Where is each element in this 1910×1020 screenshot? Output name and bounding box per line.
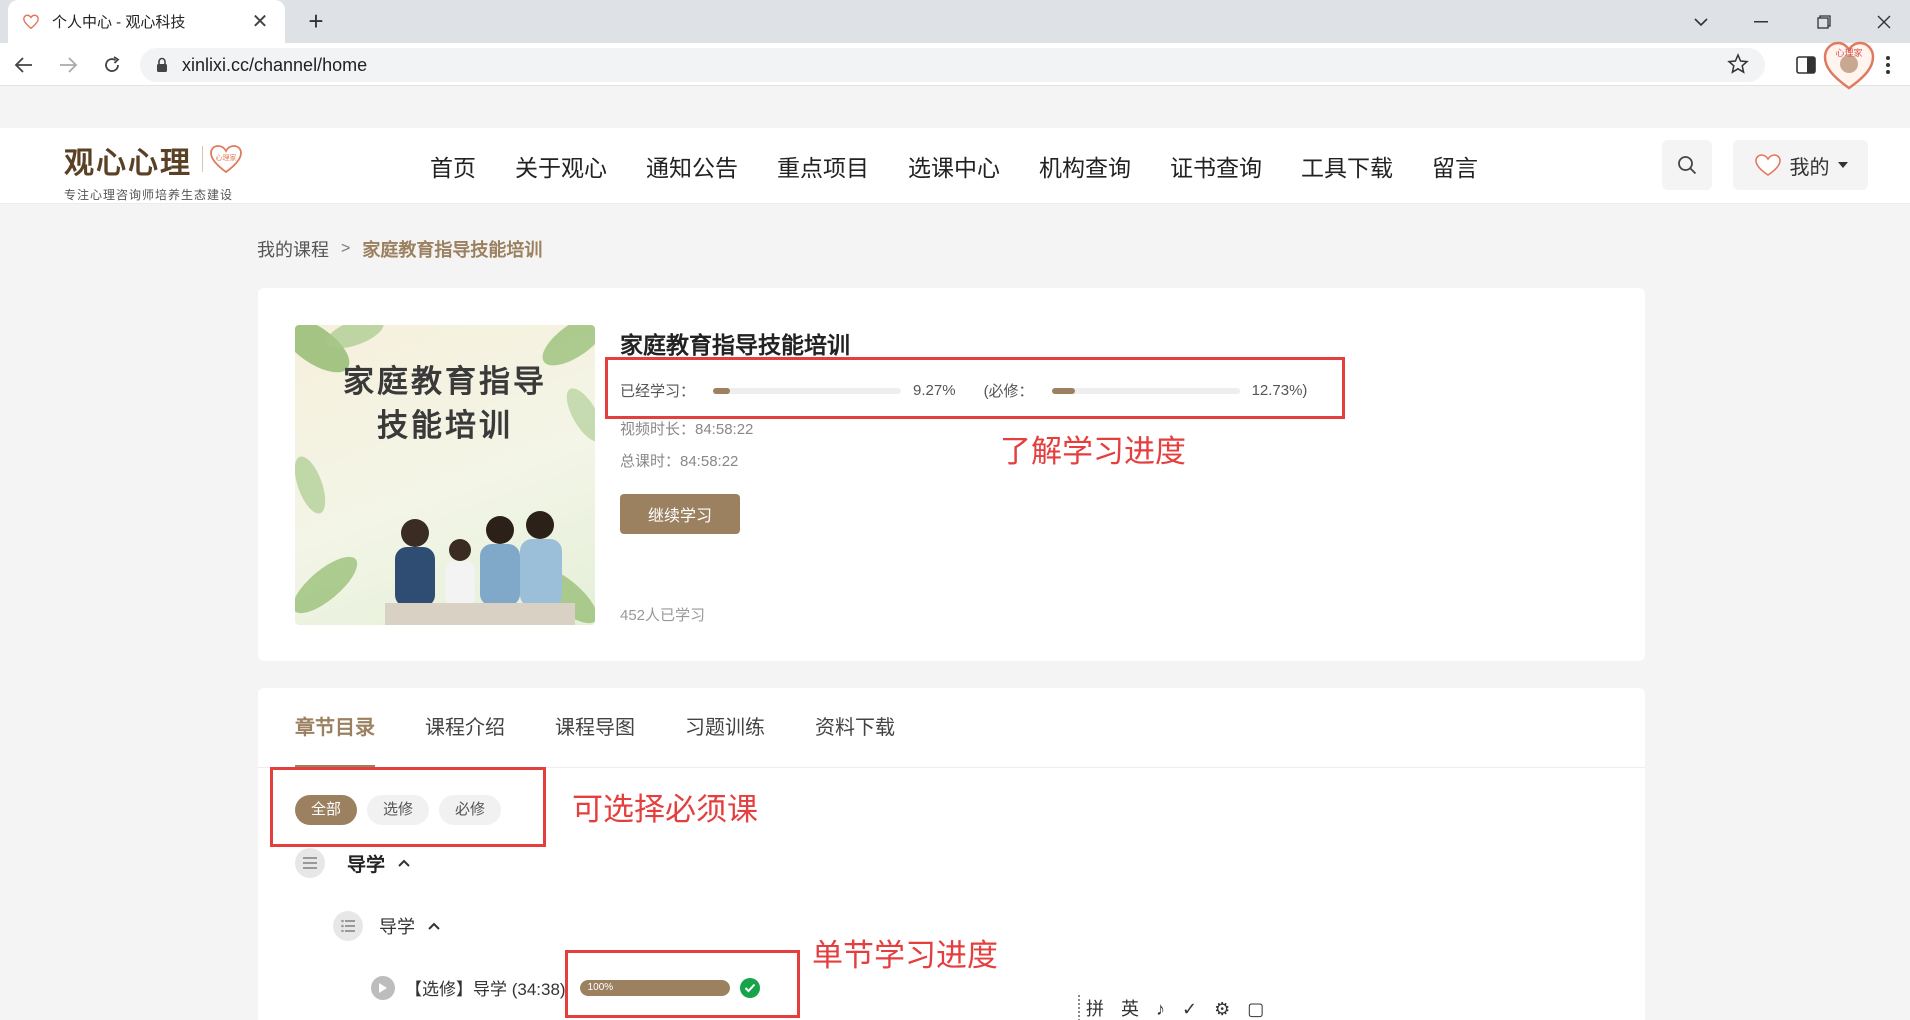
course-tabs: 章节目录 课程介绍 课程导图 习题训练 资料下载 [295, 688, 945, 768]
lock-icon [157, 57, 167, 72]
cover-title-line1: 家庭教育指导 [343, 364, 547, 400]
lesson-annotation-box [565, 950, 800, 1018]
nav-course-center[interactable]: 选课中心 [908, 149, 1000, 183]
restore-icon[interactable] [1795, 0, 1853, 43]
chevron-up-icon[interactable] [397, 858, 411, 868]
back-icon[interactable] [8, 49, 40, 81]
mine-dropdown-button[interactable]: 我的 [1733, 140, 1868, 190]
play-icon[interactable] [371, 975, 395, 1000]
new-tab-icon[interactable]: + [300, 5, 332, 37]
tab-chapter-list[interactable]: 章节目录 [295, 688, 375, 768]
tab-materials[interactable]: 资料下载 [815, 688, 895, 768]
course-card: 家庭教育指导 技能培训 家庭教育指导技能培训 已经学习： 9.27% (必修： … [258, 288, 1645, 661]
tab-course-mindmap[interactable]: 课程导图 [555, 688, 635, 768]
tab-search-chevron-icon[interactable] [1672, 0, 1730, 43]
video-duration: 视频时长：84:58:22 [620, 421, 754, 438]
cover-title: 家庭教育指导 技能培训 [295, 360, 595, 448]
heart-favicon-icon [23, 14, 39, 29]
tab-exercises[interactable]: 习题训练 [685, 688, 765, 768]
learner-count: 452人已学习 [620, 607, 706, 624]
tab-close-icon[interactable]: ✕ [249, 9, 271, 34]
nav-certificate-query[interactable]: 证书查询 [1170, 149, 1262, 183]
heart-logo-icon: 心理家 [210, 145, 242, 174]
profile-avatar[interactable]: 心理家 [1822, 40, 1875, 90]
caret-down-icon [1837, 162, 1848, 168]
lesson-annotation-text: 单节学习进度 [812, 938, 998, 973]
ime-toolbar[interactable]: 拼 英 ♪ ✓ ⚙ ▢ [1078, 995, 1270, 1020]
course-title: 家庭教育指导技能培训 [620, 332, 850, 358]
mine-label: 我的 [1789, 156, 1830, 179]
cover-title-line2: 技能培训 [377, 408, 513, 444]
logo-title: 观心心理 [64, 146, 192, 181]
logo-subtitle: 专注心理咨询师培养生态建设 [64, 188, 234, 202]
profile-badge-text: 心理家 [1835, 47, 1862, 59]
course-cover-image[interactable]: 家庭教育指导 技能培训 [295, 325, 595, 625]
filter-annotation-box [270, 767, 546, 847]
browser-tab-bar: 个人中心 - 观心科技 ✕ + [0, 0, 1910, 43]
reload-icon[interactable] [96, 49, 128, 81]
filter-annotation-text: 可选择必须课 [572, 792, 758, 827]
tab-title: 个人中心 - 观心科技 [52, 14, 186, 31]
list-icon [333, 911, 363, 941]
main-nav: 首页 关于观心 通知公告 重点项目 选课中心 机构查询 证书查询 工具下载 留言 [430, 128, 1517, 204]
breadcrumb-current: 家庭教育指导技能培训 [362, 240, 543, 260]
section-row[interactable]: 导学 [295, 848, 411, 878]
forward-icon[interactable] [52, 49, 84, 81]
nav-message[interactable]: 留言 [1432, 149, 1478, 183]
nav-about[interactable]: 关于观心 [515, 149, 607, 183]
nav-home[interactable]: 首页 [430, 149, 476, 183]
nav-projects[interactable]: 重点项目 [777, 149, 869, 183]
breadcrumb: 我的课程 > 家庭教育指导技能培训 [257, 236, 542, 262]
site-logo[interactable]: 观心心理 专注心理咨询师培养生态建设 心理家 [64, 138, 242, 203]
breadcrumb-my-courses[interactable]: 我的课程 [257, 236, 329, 262]
minimize-icon[interactable] [1732, 0, 1790, 43]
bookmark-star-icon[interactable] [1727, 53, 1749, 80]
section-title: 导学 [347, 854, 386, 876]
side-panel-icon[interactable] [1790, 49, 1822, 81]
close-window-icon[interactable] [1855, 0, 1910, 43]
progress-annotation-box [605, 357, 1345, 419]
logo-badge-text: 心理家 [216, 153, 237, 162]
list-icon [295, 848, 325, 878]
logo-divider [202, 146, 203, 172]
chevron-up-icon[interactable] [427, 921, 441, 931]
browser-tab[interactable]: 个人中心 - 观心科技 ✕ [8, 0, 285, 43]
search-icon [1678, 156, 1697, 175]
subsection-title: 导学 [379, 917, 415, 937]
progress-annotation-text: 了解学习进度 [1000, 434, 1186, 469]
site-header: 观心心理 专注心理咨询师培养生态建设 心理家 首页 关于观心 通知公告 重点项目… [0, 128, 1910, 204]
nav-tool-download[interactable]: 工具下载 [1301, 149, 1393, 183]
nav-notices[interactable]: 通知公告 [646, 149, 738, 183]
heart-avatar-icon [1754, 154, 1781, 176]
continue-learning-button[interactable]: 继续学习 [620, 494, 740, 534]
total-duration: 总课时：84:58:22 [620, 453, 739, 470]
lesson-title[interactable]: 【选修】导学 (34:38) [405, 975, 566, 1000]
breadcrumb-separator: > [341, 240, 351, 257]
nav-institution-query[interactable]: 机构查询 [1039, 149, 1131, 183]
url-text[interactable]: xinlixi.cc/channel/home [182, 55, 367, 76]
address-bar-row: xinlixi.cc/channel/home [0, 43, 1910, 86]
search-button[interactable] [1662, 140, 1712, 190]
subsection-row[interactable]: 导学 [333, 911, 441, 941]
omnibox[interactable]: xinlixi.cc/channel/home [140, 48, 1765, 82]
tab-course-intro[interactable]: 课程介绍 [425, 688, 505, 768]
more-menu-icon[interactable] [1872, 49, 1904, 81]
